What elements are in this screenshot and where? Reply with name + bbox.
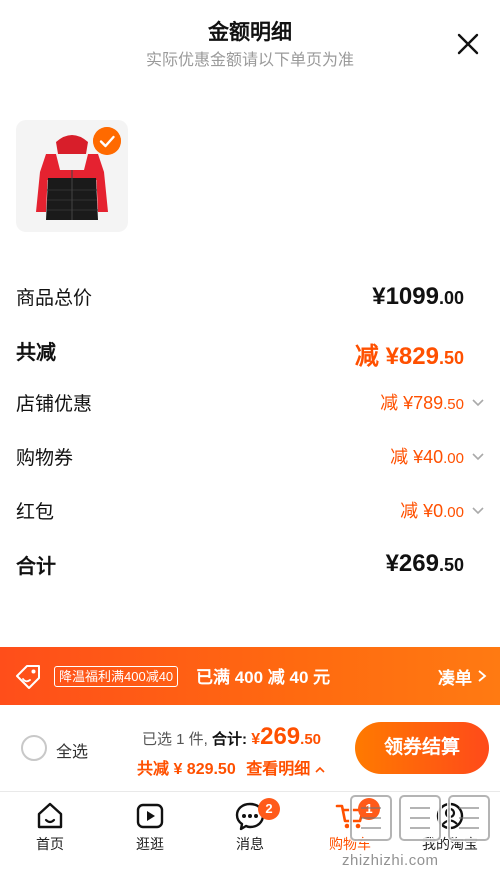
- row-total-price: 商品总价 ¥1099.00: [0, 283, 500, 323]
- promo-tag: 降温福利满400减40: [54, 666, 179, 687]
- close-icon[interactable]: [454, 30, 482, 58]
- coupon-tag-icon: [16, 665, 40, 689]
- page-title: 金额明细: [208, 21, 292, 44]
- tab-label: 逛逛: [136, 836, 164, 852]
- tab-messages[interactable]: 2 消息: [200, 792, 300, 878]
- checkout-bar: 全选 已选 1 件, 合计: ¥269.50 共减 ¥ 829.50 查看明细 …: [0, 705, 500, 791]
- row-value: 减 ¥789.50: [380, 393, 464, 413]
- promo-text: 已满 400 减 40 元: [196, 668, 331, 687]
- select-all-radio[interactable]: [21, 735, 47, 761]
- tab-browse[interactable]: 逛逛: [100, 792, 200, 878]
- message-badge: 2: [258, 798, 280, 820]
- add-items-link[interactable]: 凑单: [438, 664, 472, 689]
- row-label: 共减: [16, 342, 56, 364]
- select-all-label[interactable]: 全选: [56, 738, 88, 762]
- watermark-url: zhizhizhi.com: [342, 852, 439, 869]
- selected-summary: 已选 1 件, 合计: ¥269.50: [142, 723, 322, 750]
- row-grand-total: 合计 ¥269.50: [0, 550, 500, 590]
- total-amount: 269: [260, 723, 301, 750]
- selected-check-icon[interactable]: [93, 127, 121, 155]
- home-icon: [37, 802, 63, 829]
- row-value: 减 ¥829.50: [354, 343, 464, 370]
- play-icon: [136, 803, 164, 829]
- row-value: 减 ¥40.00: [390, 447, 464, 467]
- row-value: ¥1099.00: [372, 283, 464, 310]
- watermark-logo: [349, 794, 491, 842]
- row-label: 购物券: [16, 448, 74, 469]
- row-label: 红包: [16, 502, 55, 523]
- discount-summary: 共减 ¥ 829.50 查看明细: [137, 755, 325, 779]
- checkout-button[interactable]: 领券结算: [355, 722, 489, 774]
- row-store-discount[interactable]: 店铺优惠 减 ¥789.50: [0, 389, 500, 429]
- tab-home[interactable]: 首页: [0, 792, 100, 878]
- header: 金额明细 实际优惠金额请以下单页为准: [0, 0, 500, 90]
- chevron-down-icon[interactable]: [470, 503, 486, 519]
- promo-banner[interactable]: 降温福利满400减40 已满 400 减 40 元 凑单: [0, 647, 500, 705]
- view-details-link[interactable]: 查看明细: [246, 761, 310, 778]
- row-shopping-voucher[interactable]: 购物券 减 ¥40.00: [0, 443, 500, 483]
- page-subtitle: 实际优惠金额请以下单页为准: [145, 52, 354, 69]
- row-label: 店铺优惠: [16, 394, 93, 415]
- row-label: 合计: [16, 556, 56, 578]
- row-value: ¥269.50: [385, 550, 464, 577]
- tab-label: 消息: [236, 836, 264, 852]
- row-red-packet[interactable]: 红包 减 ¥0.00: [0, 497, 500, 537]
- chevron-down-icon[interactable]: [470, 395, 486, 411]
- row-label: 商品总价: [16, 288, 93, 309]
- row-value: 减 ¥0.00: [400, 501, 464, 521]
- chevron-right-icon: [478, 670, 487, 682]
- chevron-up-icon[interactable]: [315, 765, 325, 775]
- chevron-down-icon[interactable]: [470, 449, 486, 465]
- tab-label: 首页: [36, 836, 64, 852]
- row-total-discount: 共减 减 ¥829.50: [0, 336, 500, 376]
